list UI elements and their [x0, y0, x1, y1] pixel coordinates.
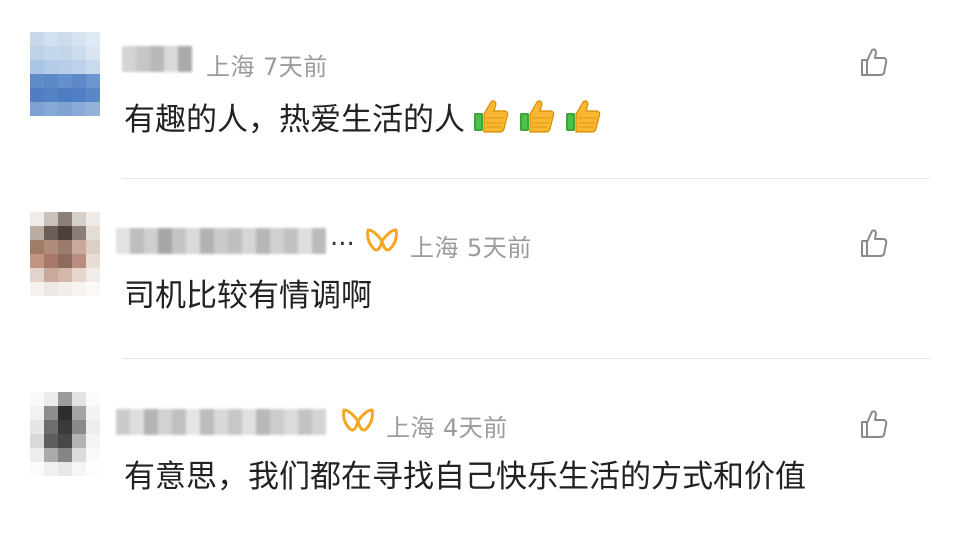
comment-text: 有趣的人，热爱生活的人 [124, 96, 603, 140]
username-blurred[interactable] [122, 46, 192, 72]
thumbs-up-emoji [474, 100, 509, 133]
timestamp: 5天前 [467, 234, 532, 262]
username-ellipsis: ... [330, 222, 355, 252]
divider [122, 178, 930, 179]
like-icon[interactable] [858, 227, 890, 259]
like-icon[interactable] [858, 408, 890, 440]
timestamp: 4天前 [443, 414, 508, 442]
thumbs-up-emoji [566, 100, 601, 133]
comment-meta: 上海 7天前 [206, 47, 328, 82]
comment-meta: 上海 5天前 [410, 228, 532, 263]
comment-body: 司机比较有情调啊 [124, 278, 372, 314]
comment-body: 有趣的人，热爱生活的人 [124, 102, 465, 138]
timestamp: 7天前 [263, 53, 328, 81]
comment-meta: 上海 4天前 [386, 408, 508, 443]
username-blurred[interactable] [116, 409, 326, 435]
location: 上海 [386, 414, 435, 442]
location: 上海 [410, 234, 459, 262]
avatar[interactable] [30, 212, 100, 296]
comment-text: 司机比较有情调啊 [124, 276, 372, 316]
thumbs-up-emoji [520, 100, 555, 133]
divider [122, 358, 930, 359]
like-icon[interactable] [858, 46, 890, 78]
member-badge-icon [366, 228, 398, 252]
username-blurred[interactable] [116, 228, 326, 254]
location: 上海 [206, 53, 255, 81]
avatar[interactable] [30, 32, 100, 116]
member-badge-icon [342, 408, 374, 432]
comment-body: 有意思，我们都在寻找自己快乐生活的方式和价值 [124, 459, 806, 495]
avatar[interactable] [30, 392, 100, 476]
comment-text: 有意思，我们都在寻找自己快乐生活的方式和价值 [124, 457, 806, 497]
